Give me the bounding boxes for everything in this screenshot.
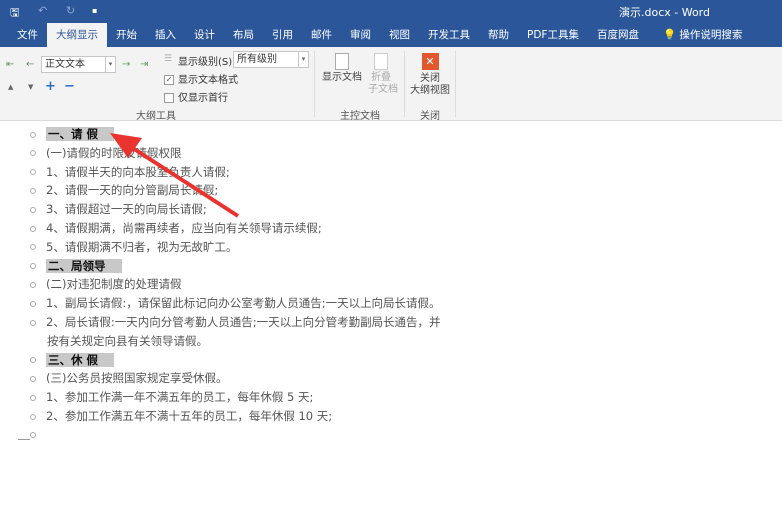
red-arrow-annotation (110, 133, 240, 218)
